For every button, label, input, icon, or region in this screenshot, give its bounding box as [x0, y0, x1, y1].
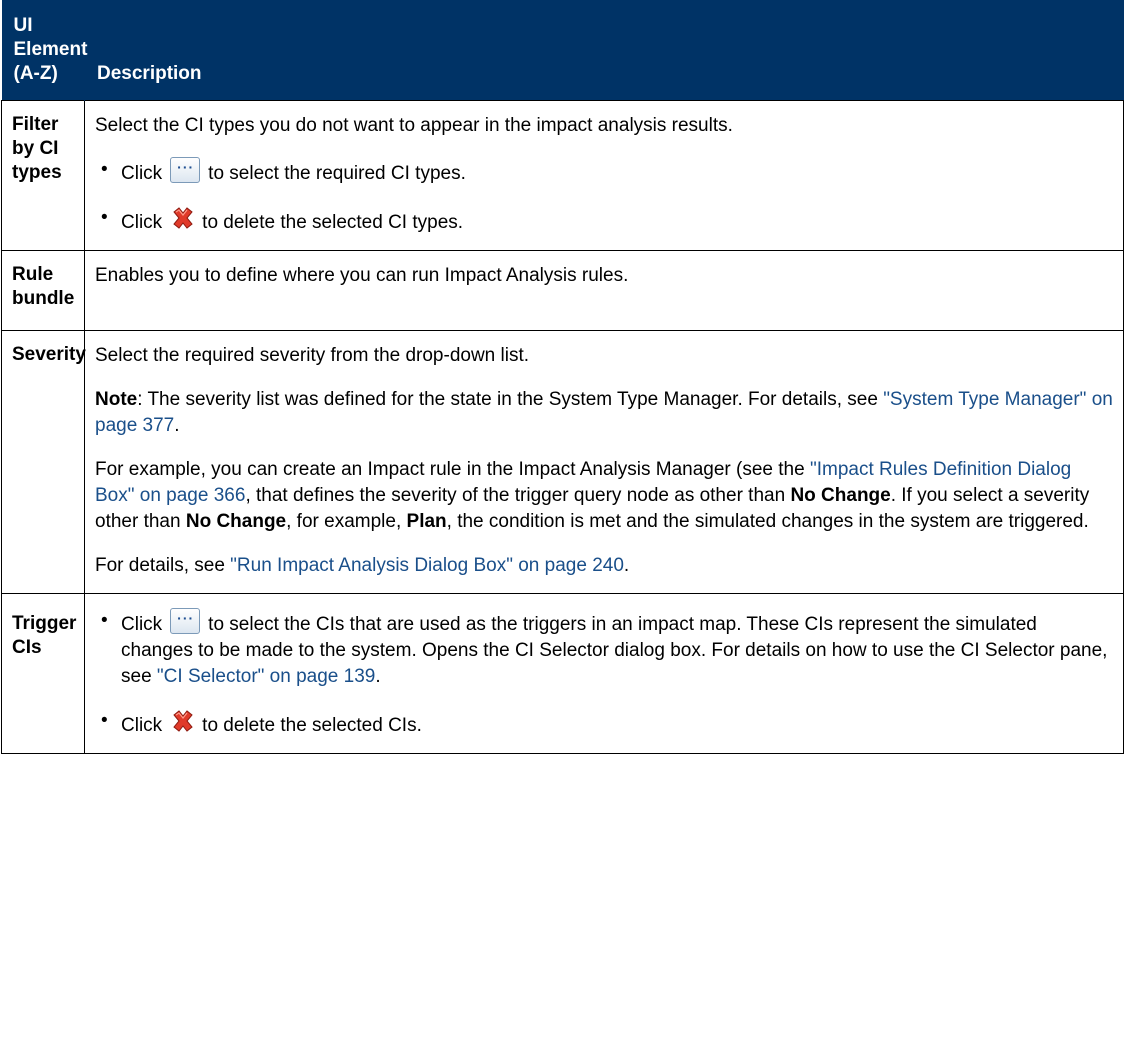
- filter-bullets: Click ··· to select the required CI types.…: [95, 157, 1113, 236]
- table-header-row: UI Element (A-Z) Description: [1, 0, 1124, 101]
- severity-details: For details, see "Run Impact Analysis Di…: [95, 553, 1113, 579]
- note-end: .: [174, 415, 180, 436]
- ex-bold: Plan: [406, 511, 447, 532]
- note-text: : The severity list was defined for the …: [137, 389, 884, 410]
- bullet-text: to delete the selected CI types.: [202, 212, 464, 233]
- filter-intro: Select the CI types you do not want to a…: [95, 115, 733, 136]
- bullet-text: Click: [121, 715, 163, 736]
- row-desc-rule: Enables you to define where you can run …: [84, 250, 1124, 331]
- ex-text: , that defines the severity of the trigg…: [245, 485, 791, 506]
- severity-example: For example, you can create an Impact ru…: [95, 457, 1113, 535]
- severity-p1: Select the required severity from the dr…: [95, 345, 530, 366]
- table-row-severity: Severity Select the required severity fr…: [1, 330, 1124, 594]
- table-row-trigger-cis: Trigger CIs Click···to select the CIs th…: [1, 593, 1124, 754]
- ex-text: , the condition is met and the simulated…: [446, 511, 1089, 532]
- bullet-text: Click: [121, 163, 163, 184]
- table-row-filter-by-ci-types: Filter by CI types Select the CI types y…: [1, 100, 1124, 251]
- severity-note: Note: The severity list was defined for …: [95, 387, 1113, 439]
- ui-elements-table: UI Element (A-Z) Description Filter by C…: [1, 0, 1124, 754]
- header-ui-element: UI Element (A-Z): [1, 0, 88, 101]
- row-desc-trigger: Click···to select the CIs that are used …: [84, 593, 1124, 754]
- filter-bullet-browse: Click ··· to select the required CI types.: [95, 157, 1113, 187]
- bullet-text: Click: [121, 212, 163, 233]
- note-label: Note: [95, 389, 138, 410]
- row-desc-severity: Select the required severity from the dr…: [84, 330, 1124, 594]
- row-name-trigger: Trigger CIs: [1, 593, 85, 754]
- red-x-delete-icon[interactable]: [170, 205, 196, 231]
- ex-text: For example, you can create an Impact ru…: [95, 459, 810, 480]
- trigger-bullet-delete: Click to delete the selected CIs.: [95, 708, 1113, 739]
- ex-bold: No Change: [185, 511, 287, 532]
- det-end: .: [623, 555, 630, 576]
- header-description: Description: [84, 0, 1124, 101]
- rule-text: Enables you to define where you can run …: [95, 265, 629, 286]
- trigger-bullet-browse: Click···to select the CIs that are used …: [95, 608, 1113, 690]
- header-ui-element-label: UI Element (A-Z): [13, 15, 88, 84]
- row-name-filter: Filter by CI types: [1, 100, 85, 251]
- ex-text: , for example,: [286, 511, 407, 532]
- det-text: For details, see: [95, 555, 231, 576]
- table-row-rule-bundle: Rule bundle Enables you to define where …: [1, 250, 1124, 331]
- row-name-rule: Rule bundle: [1, 250, 85, 331]
- ellipsis-button-icon[interactable]: ···: [170, 157, 201, 183]
- bullet-text: to select the required CI types.: [208, 163, 466, 184]
- link-ci-selector[interactable]: "CI Selector" on page 139: [157, 666, 375, 687]
- trigger-bullets: Click···to select the CIs that are used …: [95, 608, 1113, 739]
- red-x-delete-icon[interactable]: [170, 708, 196, 734]
- link-run-impact-analysis[interactable]: "Run Impact Analysis Dialog Box" on page…: [230, 555, 624, 576]
- row-desc-filter: Select the CI types you do not want to a…: [84, 100, 1124, 251]
- row-name-severity: Severity: [1, 330, 86, 594]
- header-description-label: Description: [97, 63, 202, 84]
- ellipsis-button-icon[interactable]: ···: [170, 608, 201, 634]
- ex-bold: No Change: [790, 485, 891, 506]
- filter-bullet-delete: Click to delete the selected CI types.: [95, 205, 1113, 236]
- bullet-end: .: [375, 666, 381, 687]
- bullet-text: Click: [121, 614, 163, 635]
- bullet-text: to delete the selected CIs.: [202, 715, 422, 736]
